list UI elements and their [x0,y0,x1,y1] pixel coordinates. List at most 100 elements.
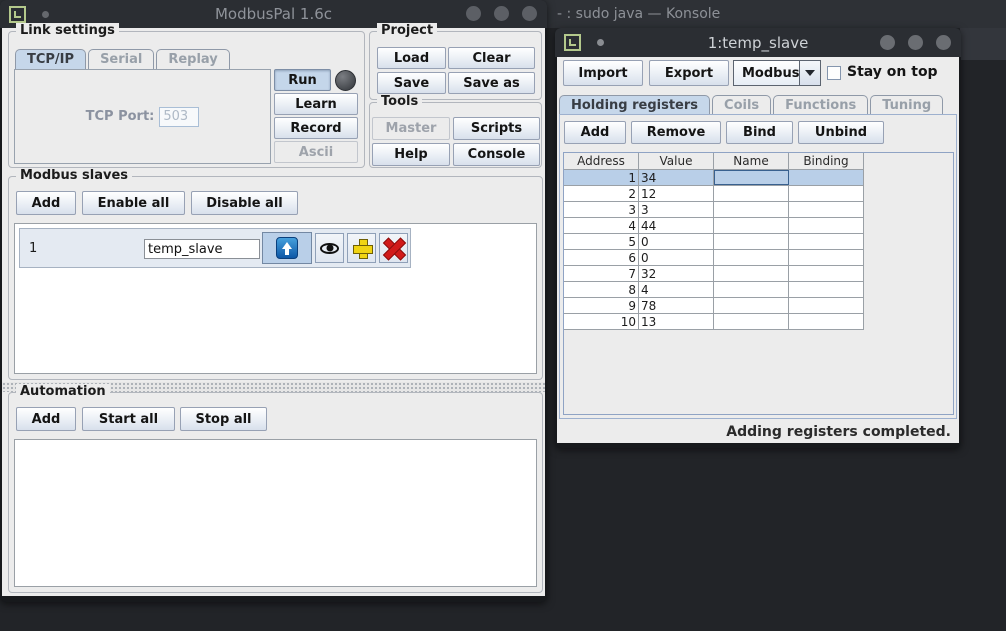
close-button[interactable] [522,6,537,21]
disable-all-button[interactable]: Disable all [191,191,298,215]
cell-address[interactable]: 5 [564,234,639,249]
cell-binding[interactable] [789,282,864,297]
cell-address[interactable]: 4 [564,218,639,233]
save-button[interactable]: Save [377,72,446,94]
minimize-button[interactable] [880,35,895,50]
console-button[interactable]: Console [453,143,540,166]
cell-value[interactable]: 4 [639,282,714,297]
col-address[interactable]: Address [564,153,639,169]
cell-binding[interactable] [789,170,864,185]
cell-binding[interactable] [789,218,864,233]
cell-value[interactable]: 0 [639,234,714,249]
export-button[interactable]: Export [649,60,729,86]
scripts-button[interactable]: Scripts [453,117,540,140]
cell-name[interactable] [714,186,789,201]
cell-binding[interactable] [789,298,864,313]
cell-name-focused[interactable] [714,170,789,185]
tab-functions[interactable]: Functions [773,95,868,116]
cell-address[interactable]: 3 [564,202,639,217]
slaves-add-button[interactable]: Add [16,191,76,215]
cell-address[interactable]: 6 [564,250,639,265]
close-button[interactable] [936,35,951,50]
cell-value[interactable]: 0 [639,250,714,265]
combo-arrow-icon[interactable] [799,61,820,85]
table-row[interactable]: 3 3 [564,202,864,218]
stop-all-button[interactable]: Stop all [180,407,267,431]
cell-name[interactable] [714,266,789,281]
stay-on-top-checkbox[interactable] [827,66,841,80]
table-row[interactable]: 4 44 [564,218,864,234]
register-bind-button[interactable]: Bind [726,121,793,144]
enable-all-button[interactable]: Enable all [82,191,185,215]
cell-address[interactable]: 2 [564,186,639,201]
minimize-button[interactable] [466,6,481,21]
cell-binding[interactable] [789,250,864,265]
slave-delete-button[interactable] [379,233,408,263]
import-button[interactable]: Import [563,60,643,86]
cell-name[interactable] [714,234,789,249]
cell-address[interactable]: 10 [564,314,639,329]
table-row[interactable]: 7 32 [564,266,864,282]
cell-value[interactable]: 78 [639,298,714,313]
tab-tuning[interactable]: Tuning [870,95,943,116]
run-button[interactable]: Run [274,69,331,91]
table-row[interactable]: 5 0 [564,234,864,250]
col-value[interactable]: Value [639,153,714,169]
cell-name[interactable] [714,298,789,313]
cell-value[interactable]: 32 [639,266,714,281]
cell-binding[interactable] [789,314,864,329]
load-button[interactable]: Load [377,47,446,69]
tcp-port-field[interactable] [159,107,199,127]
cell-name[interactable] [714,250,789,265]
tab-coils[interactable]: Coils [712,95,771,116]
cell-value[interactable]: 3 [639,202,714,217]
slave-duplicate-button[interactable] [347,233,376,263]
cell-address[interactable]: 7 [564,266,639,281]
cell-address[interactable]: 8 [564,282,639,297]
cell-value[interactable]: 44 [639,218,714,233]
cell-binding[interactable] [789,266,864,281]
tab-replay[interactable]: Replay [156,49,229,70]
cell-address[interactable]: 9 [564,298,639,313]
clear-button[interactable]: Clear [448,47,535,69]
registers-table[interactable]: Address Value Name Binding 1 34 2 12 [563,152,954,415]
cell-value[interactable]: 13 [639,314,714,329]
learn-button[interactable]: Learn [274,93,358,115]
table-row[interactable]: 2 12 [564,186,864,202]
record-button[interactable]: Record [274,117,358,139]
cell-address[interactable]: 1 [564,170,639,185]
cell-name[interactable] [714,314,789,329]
col-binding[interactable]: Binding [789,153,864,169]
slave-enable-toggle[interactable] [262,232,312,264]
col-name[interactable]: Name [714,153,789,169]
help-button[interactable]: Help [372,143,450,166]
cell-name[interactable] [714,282,789,297]
table-row[interactable]: 8 4 [564,282,864,298]
binding-type-combo[interactable]: Modbus [733,60,821,86]
register-remove-button[interactable]: Remove [631,121,721,144]
cell-name[interactable] [714,218,789,233]
tab-tcpip[interactable]: TCP/IP [15,49,86,70]
table-row[interactable]: 1 34 [564,170,864,186]
cell-binding[interactable] [789,234,864,249]
cell-binding[interactable] [789,186,864,201]
cell-value[interactable]: 12 [639,186,714,201]
slave-name-field[interactable] [144,239,260,259]
table-row[interactable]: 10 13 [564,314,864,330]
cell-binding[interactable] [789,202,864,217]
start-all-button[interactable]: Start all [82,407,175,431]
table-row[interactable]: 9 78 [564,298,864,314]
save-as-button[interactable]: Save as [448,72,535,94]
cell-name[interactable] [714,202,789,217]
cell-value[interactable]: 34 [639,170,714,185]
register-add-button[interactable]: Add [564,121,626,144]
tab-holding-registers[interactable]: Holding registers [559,95,710,116]
slave-view-button[interactable] [315,233,344,263]
register-unbind-button[interactable]: Unbind [798,121,884,144]
table-row[interactable]: 6 0 [564,250,864,266]
maximize-button[interactable] [494,6,509,21]
maximize-button[interactable] [908,35,923,50]
tab-serial[interactable]: Serial [88,49,154,70]
slave-titlebar[interactable]: 1:temp_slave [555,28,961,57]
automation-add-button[interactable]: Add [16,407,76,431]
